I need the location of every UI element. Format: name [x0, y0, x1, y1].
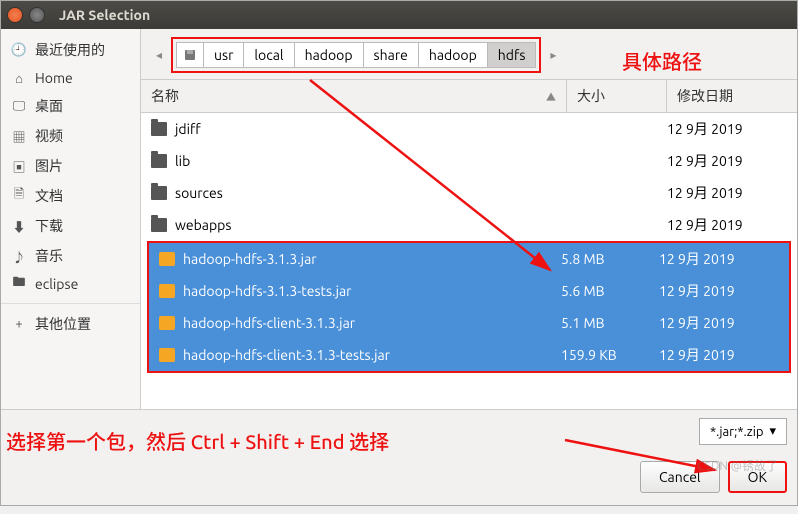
- table-row[interactable]: lib12 9月 2019: [141, 145, 797, 177]
- breadcrumb-seg[interactable]: local: [244, 42, 294, 68]
- sidebar-item-label: 视频: [35, 126, 63, 146]
- column-headers: 名称▲ 大小 修改日期: [141, 79, 797, 113]
- jar-icon: [159, 284, 175, 298]
- breadcrumb-seg[interactable]: hadoop: [419, 42, 488, 68]
- header-name[interactable]: 名称▲: [141, 80, 567, 112]
- disk-icon: [183, 48, 197, 62]
- pathbar: ◂ usr local hadoop share hadoop hdfs ▸: [141, 29, 797, 79]
- header-size[interactable]: 大小: [567, 80, 667, 112]
- sidebar-item-label: 文档: [35, 186, 63, 206]
- sidebar-item-label: 最近使用的: [35, 40, 105, 60]
- chevron-down-icon: ▾: [769, 424, 776, 439]
- home-icon: ⌂: [11, 70, 27, 86]
- table-row[interactable]: sources12 9月 2019: [141, 177, 797, 209]
- sidebar-item-pictures[interactable]: ▣ 图片: [1, 151, 140, 181]
- breadcrumb-seg[interactable]: share: [364, 42, 419, 68]
- table-row[interactable]: webapps12 9月 2019: [141, 209, 797, 241]
- sidebar-item-downloads[interactable]: ⬇ 下载: [1, 211, 140, 241]
- sidebar-item-other[interactable]: + 其他位置: [1, 303, 140, 339]
- jar-icon: [159, 348, 175, 362]
- plus-icon: +: [11, 316, 27, 332]
- folder-icon: [151, 218, 167, 232]
- sidebar-item-desktop[interactable]: 🖵 桌面: [1, 91, 140, 121]
- close-icon[interactable]: [7, 7, 23, 23]
- sidebar-item-recent[interactable]: 🕘 最近使用的: [1, 35, 140, 65]
- sidebar-item-label: 桌面: [35, 96, 63, 116]
- sidebar-item-documents[interactable]: 🗎 文档: [1, 181, 140, 211]
- table-row[interactable]: hadoop-hdfs-3.1.3.jar5.8 MB12 9月 2019: [149, 243, 789, 275]
- sidebar-item-label: 其他位置: [35, 314, 91, 334]
- breadcrumb-seg[interactable]: hadoop: [295, 42, 364, 68]
- sidebar-item-label: 下载: [35, 216, 63, 236]
- minimize-icon[interactable]: [29, 7, 45, 23]
- desktop-icon: 🖵: [11, 98, 27, 114]
- dialog-window: JAR Selection 🕘 最近使用的 ⌂ Home 🖵 桌面 ▦ 视频 ▣ 图片 🗎…: [0, 0, 798, 506]
- folder-icon: [151, 122, 167, 136]
- table-row[interactable]: hadoop-hdfs-client-3.1.3-tests.jar159.9 …: [149, 339, 789, 371]
- dialog-buttons: Cancel OK: [1, 453, 797, 505]
- sidebar-item-label: 音乐: [35, 246, 63, 266]
- breadcrumb-seg[interactable]: usr: [204, 42, 244, 68]
- table-row[interactable]: jdiff12 9月 2019: [141, 113, 797, 145]
- folder-icon: [151, 154, 167, 168]
- download-icon: ⬇: [11, 218, 27, 234]
- breadcrumb-root[interactable]: [176, 42, 204, 68]
- document-icon: 🗎: [11, 188, 27, 204]
- selection-highlight: hadoop-hdfs-3.1.3.jar5.8 MB12 9月 2019 ha…: [147, 241, 791, 373]
- sort-asc-icon: ▲: [546, 89, 556, 104]
- table-row[interactable]: hadoop-hdfs-client-3.1.3.jar5.1 MB12 9月 …: [149, 307, 789, 339]
- sidebar-item-music[interactable]: ♪ 音乐: [1, 241, 140, 271]
- sidebar-item-eclipse[interactable]: 🖿 eclipse: [1, 271, 140, 297]
- breadcrumb-seg-current[interactable]: hdfs: [488, 42, 537, 68]
- table-row[interactable]: hadoop-hdfs-3.1.3-tests.jar5.6 MB12 9月 2…: [149, 275, 789, 307]
- folder-icon: [151, 186, 167, 200]
- window-title: JAR Selection: [59, 7, 150, 23]
- clock-icon: 🕘: [11, 42, 27, 58]
- jar-icon: [159, 316, 175, 330]
- jar-icon: [159, 252, 175, 266]
- sidebar-item-videos[interactable]: ▦ 视频: [1, 121, 140, 151]
- filetype-filter[interactable]: *.jar;*.zip▾: [699, 418, 787, 445]
- sidebar-item-home[interactable]: ⌂ Home: [1, 65, 140, 91]
- watermark: CSDN @锈故了: [697, 457, 778, 474]
- breadcrumb: usr local hadoop share hadoop hdfs: [171, 37, 541, 73]
- sidebar-item-label: eclipse: [35, 276, 78, 292]
- sidebar-item-label: Home: [35, 70, 73, 86]
- places-sidebar: 🕘 最近使用的 ⌂ Home 🖵 桌面 ▦ 视频 ▣ 图片 🗎 文档 ⬇ 下载 ♪ 音乐 🖿 ec…: [1, 29, 141, 409]
- file-list[interactable]: jdiff12 9月 2019 lib12 9月 2019 sources12 …: [141, 113, 797, 409]
- sidebar-item-label: 图片: [35, 156, 63, 176]
- picture-icon: ▣: [11, 158, 27, 174]
- path-next-icon[interactable]: ▸: [545, 48, 561, 62]
- titlebar: JAR Selection: [1, 1, 797, 29]
- filter-bar: *.jar;*.zip▾: [1, 409, 797, 453]
- folder-icon: 🖿: [11, 276, 27, 292]
- music-icon: ♪: [11, 248, 27, 264]
- path-prev-icon[interactable]: ◂: [151, 48, 167, 62]
- header-date[interactable]: 修改日期: [667, 80, 797, 112]
- video-icon: ▦: [11, 128, 27, 144]
